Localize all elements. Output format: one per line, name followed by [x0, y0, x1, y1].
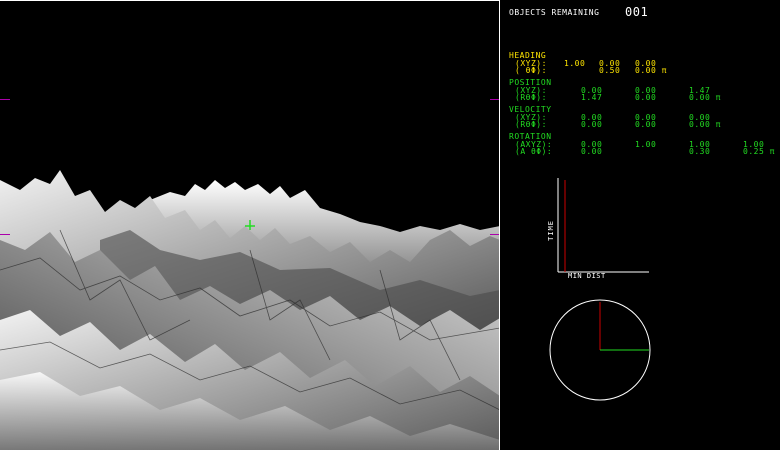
terrain-viewport[interactable] [0, 0, 500, 450]
left-lower-tick [0, 234, 10, 235]
position-row2-label: (RθΦ): [515, 93, 547, 102]
rotation-phi: 0.25 π [743, 147, 775, 156]
velocity-r: 0.00 [581, 120, 603, 129]
objects-remaining-label: OBJECTS REMAINING [509, 8, 600, 17]
heading-theta: 0.50 [599, 66, 621, 75]
rotation-row2-label: (A θΦ): [515, 147, 553, 156]
rotation-angle: 0.00 [581, 147, 603, 156]
rotation-theta: 0.30 [689, 147, 711, 156]
right-crosshair-tick [490, 99, 500, 100]
terrain-surface [0, 170, 500, 450]
right-lower-tick [490, 234, 500, 235]
velocity-row2-label: (RθΦ): [515, 120, 547, 129]
heading-phi: 0.00 π [635, 66, 667, 75]
position-phi: 0.00 π [689, 93, 721, 102]
velocity-phi: 0.00 π [689, 120, 721, 129]
position-r: 1.47 [581, 93, 603, 102]
velocity-theta: 0.00 [635, 120, 657, 129]
rotation-x: 1.00 [635, 140, 657, 149]
graph-xlabel: MIN DIST [568, 272, 606, 280]
hud-panel: OBJECTS REMAINING 001 HEADING (XYZ): 1.0… [500, 0, 780, 450]
objects-remaining-value: 001 [625, 5, 649, 19]
heading-row2-label: ( θΦ): [515, 66, 547, 75]
position-theta: 0.00 [635, 93, 657, 102]
left-crosshair-tick [0, 99, 10, 100]
time-distance-graph [557, 178, 649, 273]
orientation-compass [549, 299, 651, 401]
graph-ylabel: TIME [547, 220, 555, 241]
heading-x: 1.00 [564, 59, 586, 68]
